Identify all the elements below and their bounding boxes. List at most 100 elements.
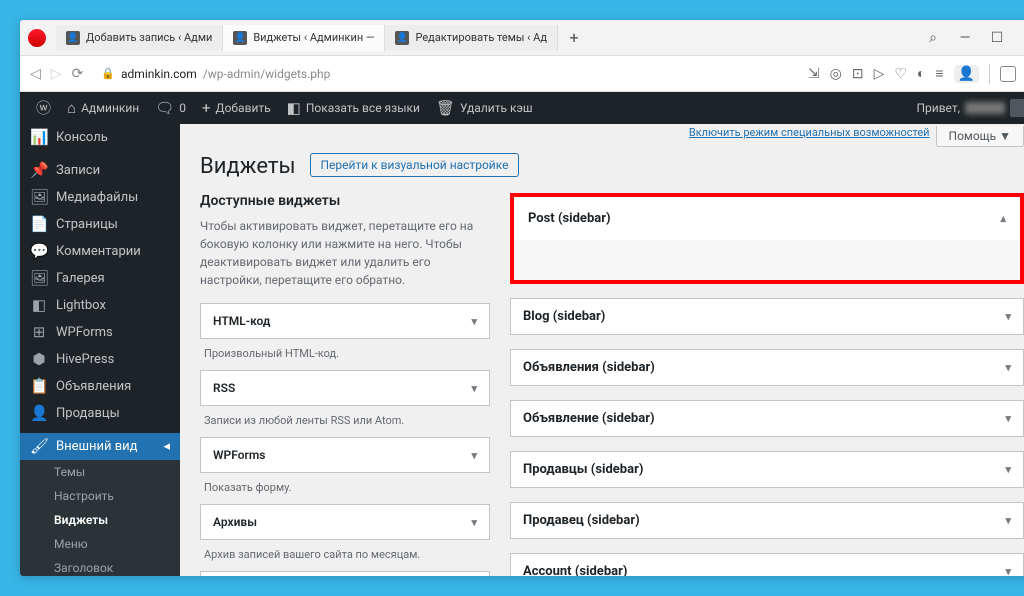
lock-icon: 🔒 [101,67,115,80]
opera-icon [28,29,46,47]
widget-area[interactable]: Account (sidebar)▾ [510,553,1024,576]
tab-favicon: 👤 [395,31,409,45]
menu-label: WPForms [56,325,113,340]
menu-icon: ⬢ [30,352,48,367]
submenu-item[interactable]: Настроить [20,484,180,508]
widget-name: HTML-код [213,314,270,328]
widget-area[interactable]: Продавец (sidebar)▾ [510,502,1024,539]
menu-icon: 🖼 [30,190,48,205]
greeting[interactable]: Привет, [908,92,1024,124]
show-langs[interactable]: ◧Показать все языки [279,92,428,124]
menu-item-WPForms[interactable]: ⊞ WPForms [20,319,180,346]
available-widget[interactable]: Аудио▾ [200,571,490,576]
menu-icon: 🖼 [30,271,48,286]
available-widget[interactable]: Архивы▾ [200,504,490,540]
widget-area[interactable]: Blog (sidebar) ▾ [510,298,1024,335]
new-tab-button[interactable]: + [564,28,584,48]
snapshot-icon[interactable]: ⇲ [808,66,820,82]
back-button[interactable]: ◁ [30,66,41,82]
wp-logo[interactable]: ⓦ [28,92,59,124]
chevron-down-icon: ▾ [1005,565,1011,576]
menu-item-Страницы[interactable]: 📄Страницы [20,211,180,238]
url-field[interactable]: 🔒 adminkin.com/wp-admin/widgets.php [93,63,798,85]
widget-area[interactable]: Продавцы (sidebar)▾ [510,451,1024,488]
available-widget[interactable]: WPForms▾ [200,437,490,473]
widget-description: Архив записей вашего сайта по месяцам. [200,546,490,571]
play-icon[interactable]: ▷ [874,66,885,82]
available-widgets-heading: Доступные виджеты [200,193,490,209]
menu-icon: 👤 [30,406,48,421]
available-widget[interactable]: RSS▾ [200,370,490,406]
menu-item-Продавцы[interactable]: 👤 Продавцы [20,400,180,427]
list-icon[interactable]: ≡ [935,65,943,82]
available-widgets-desc: Чтобы активировать виджет, перетащите ег… [200,217,490,289]
menu-item-Lightbox[interactable]: ◧Lightbox [20,292,180,319]
submenu-item[interactable]: Виджеты [20,508,180,532]
url-path: /wp-admin/widgets.php [203,67,331,81]
submenu-item[interactable]: Темы [20,460,180,484]
browser-tab[interactable]: 👤 Виджеты ‹ Админкин — [223,25,385,51]
tab-label: Виджеты ‹ Админкин — [253,31,374,44]
page-title: Виджеты [200,154,296,179]
widget-name: Архивы [213,515,257,529]
area-name: Blog (sidebar) [523,309,605,324]
available-widget[interactable]: HTML-код ▾ [200,303,490,339]
toggle-icon[interactable]: ◐ [917,65,925,82]
maximize-button[interactable]: ☐ [990,30,1004,46]
instagram-icon[interactable]: ⊡ [852,66,864,82]
chevron-down-icon: ▾ [1005,463,1011,476]
camera-icon[interactable]: ◎ [830,66,842,82]
site-name[interactable]: ⌂Админкин [59,92,147,124]
wp-admin-bar: ⓦ ⌂Админкин 🗨0 +Добавить ◧Показать все я… [20,92,1024,124]
widget-description: Записи из любой ленты RSS или Atom. [200,412,490,437]
chevron-up-icon: ▴ [1000,212,1006,225]
browser-tab[interactable]: 👤Редактировать темы ‹ Ад [385,25,558,51]
menu-icon: ⊞ [30,325,48,340]
comments-count[interactable]: 🗨0 [147,92,194,124]
widget-name: WPForms [213,448,265,462]
widget-name: RSS [213,381,235,395]
widget-area[interactable]: Объявления (sidebar)▾ [510,349,1024,386]
new-content[interactable]: +Добавить [194,92,279,124]
clear-cache[interactable]: 🗑Удалить кэш [428,92,541,124]
chevron-down-icon: ▾ [471,315,477,328]
minimize-button[interactable]: — [958,30,972,46]
tab-favicon: 👤 [233,31,247,45]
reload-button[interactable]: ⟳ [72,66,84,82]
forward-button[interactable]: ▷ [51,66,62,82]
profile-icon[interactable]: 👤 [954,65,979,83]
menu-item-Комментарии[interactable]: 💬Комментарии [20,238,180,265]
menu-item-Консоль[interactable]: 📊Консоль [20,124,180,151]
customize-link[interactable]: Перейти к визуальной настройке [310,153,520,177]
extension-icon[interactable] [1000,66,1016,82]
menu-label: Медиафайлы [56,190,138,205]
submenu-item[interactable]: Заголовок [20,556,180,576]
menu-label: Консоль [56,130,108,145]
widget-area[interactable]: Post (sidebar)▴ [510,193,1024,284]
menu-label: Продавцы [56,406,120,421]
tab-label: Добавить запись ‹ Адми [86,31,212,44]
chevron-down-icon: ▾ [1005,361,1011,374]
heart-icon[interactable]: ♡ [894,66,907,82]
menu-item-Объявления[interactable]: 📋Объявления [20,373,180,400]
browser-tab[interactable]: 👤Добавить запись ‹ Адми [56,25,223,51]
menu-item-HivePress[interactable]: ⬢HivePress [20,346,180,373]
chevron-down-icon: ▾ [1005,412,1011,425]
menu-label: Комментарии [56,244,141,259]
accessibility-link[interactable]: Включить режим специальных возможностей [689,126,930,147]
admin-sidebar: 📊Консоль 📌Записи 🖼 Медиафайлы 📄Страницы💬Комм… [20,124,180,576]
browser-tab-bar: 👤Добавить запись ‹ Адми👤Виджеты ‹ Админк… [20,20,1024,56]
chevron-right-icon: ◂ [163,439,170,454]
help-tab[interactable]: Помощь ▼ [936,126,1024,147]
menu-item-Записи[interactable]: 📌Записи [20,157,180,184]
menu-item-Внешний вид[interactable]: 🖌Внешний вид◂ [20,433,180,460]
widget-area[interactable]: Объявление (sidebar)▾ [510,400,1024,437]
menu-item-Галерея[interactable]: 🖼Галерея [20,265,180,292]
menu-item-Медиафайлы[interactable]: 🖼 Медиафайлы [20,184,180,211]
search-icon[interactable]: ⌕ [926,30,940,46]
chevron-down-icon: ▾ [1005,310,1011,323]
url-host: adminkin.com [121,67,197,81]
content-area: Включить режим специальных возможностей … [180,124,1024,576]
submenu-item[interactable]: Меню [20,532,180,556]
widget-description: Произвольный HTML-код. [200,345,490,370]
